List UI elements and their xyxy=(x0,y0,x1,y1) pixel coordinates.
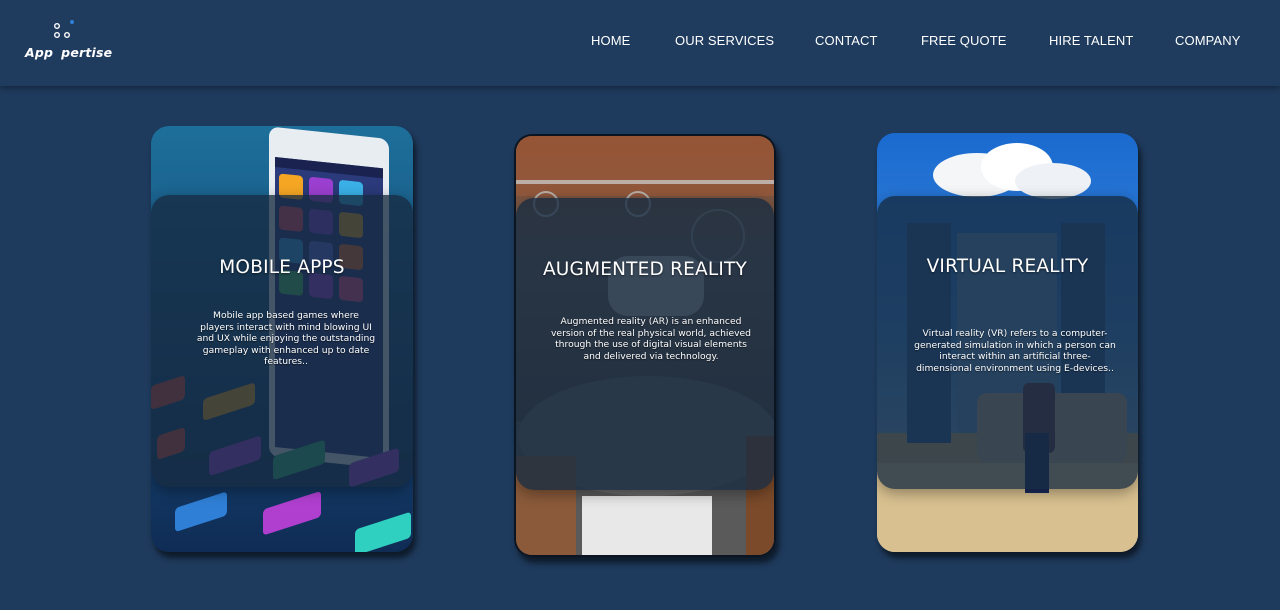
virtual-reality-overlay: VIRTUAL REALITY Virtual reality (VR) ref… xyxy=(877,196,1138,489)
augmented-reality-overlay: AUGMENTED REALITY Augmented reality (AR)… xyxy=(516,198,774,490)
service-card-augmented-reality[interactable]: AUGMENTED REALITY Augmented reality (AR)… xyxy=(514,134,776,557)
top-navbar: App pertise HOME OUR SERVICES CONTACT FRE… xyxy=(0,0,1280,86)
nav-our-services[interactable]: OUR SERVICES xyxy=(675,33,774,48)
nav-home[interactable]: HOME xyxy=(591,33,630,48)
nav-free-quote[interactable]: FREE QUOTE xyxy=(921,33,1007,48)
service-card-virtual-reality[interactable]: VIRTUAL REALITY Virtual reality (VR) ref… xyxy=(877,133,1138,552)
nav-hire-talent[interactable]: HIRE TALENT xyxy=(1049,33,1133,48)
mobile-apps-overlay: MOBILE APPS Mobile app based games where… xyxy=(151,195,413,487)
card-description: Virtual reality (VR) refers to a compute… xyxy=(914,328,1116,374)
nav-company[interactable]: COMPANY xyxy=(1175,33,1240,48)
card-description: Augmented reality (AR) is an enhanced ve… xyxy=(550,316,752,362)
main-nav: HOME OUR SERVICES CONTACT FREE QUOTE HIR… xyxy=(0,33,1280,53)
card-title: MOBILE APPS xyxy=(219,257,345,278)
card-title: VIRTUAL REALITY xyxy=(926,256,1089,277)
card-description: Mobile app based games where players int… xyxy=(196,310,376,368)
service-card-mobile-apps[interactable]: MOBILE APPS Mobile app based games where… xyxy=(151,126,413,552)
nav-contact[interactable]: CONTACT xyxy=(815,33,878,48)
card-title: AUGMENTED REALITY xyxy=(542,259,748,280)
